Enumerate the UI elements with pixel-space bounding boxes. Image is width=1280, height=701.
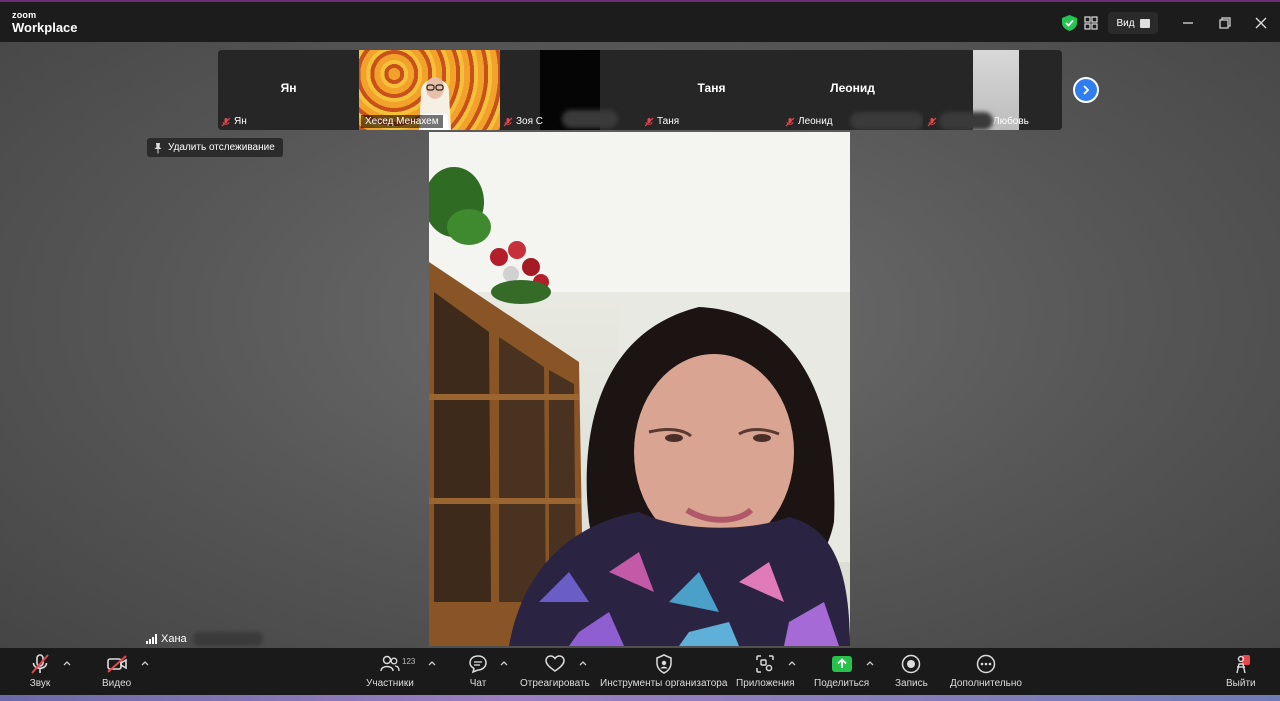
redaction-blur	[850, 112, 923, 130]
audio-label: Звук	[29, 678, 51, 689]
video-button[interactable]: Видео	[102, 653, 131, 693]
logo-main-text: Workplace	[12, 20, 78, 35]
record-icon	[902, 654, 921, 674]
participant-tile[interactable]: Таня Таня	[641, 50, 782, 130]
redaction-blur	[562, 110, 618, 128]
unpin-button[interactable]: Удалить отслеживание	[147, 138, 283, 157]
active-speaker-video[interactable]	[429, 132, 850, 646]
record-button[interactable]: Запись	[895, 653, 928, 693]
record-label: Запись	[895, 678, 928, 689]
security-shield-icon[interactable]	[1062, 15, 1077, 31]
participant-big-name: Таня	[697, 81, 726, 95]
participant-name: Ян	[234, 116, 247, 127]
participant-filmstrip: Ян Ян Хесед Менахем Зоя С Таня Таня Леон…	[218, 50, 1062, 130]
participants-icon	[380, 655, 400, 672]
restore-icon[interactable]	[1216, 14, 1234, 32]
audio-button[interactable]: Звук	[29, 653, 51, 693]
filmstrip-next-button[interactable]	[1073, 77, 1099, 103]
participant-name: Хесед Менахем	[361, 115, 443, 128]
chat-icon	[469, 655, 487, 674]
participants-label: Участники	[366, 678, 414, 689]
active-speaker-name: Хана	[161, 633, 187, 645]
redaction-blur	[939, 112, 993, 130]
active-speaker-label: Хана	[140, 630, 269, 648]
more-dots-icon	[976, 654, 996, 674]
pin-icon	[154, 142, 162, 153]
video-off-icon	[106, 655, 127, 673]
view-button[interactable]: Вид	[1108, 12, 1158, 34]
apps-icon	[756, 655, 774, 673]
muted-mic-icon	[31, 654, 49, 674]
participant-tile[interactable]: Ян Ян	[218, 50, 359, 130]
host-tools-label: Инструменты организатора	[600, 678, 728, 689]
participant-name: Зоя С	[516, 116, 544, 127]
chat-button[interactable]: Чат	[467, 653, 489, 693]
chevron-up-icon[interactable]	[141, 660, 149, 666]
participant-big-name: Леонид	[830, 81, 875, 95]
video-label: Видео	[102, 678, 132, 689]
host-shield-icon	[655, 654, 672, 674]
participant-name: Леонид	[798, 116, 833, 127]
chevron-up-icon[interactable]	[428, 660, 436, 666]
participant-name: Любовь	[993, 116, 1029, 127]
meeting-toolbar: Звук Видео Участники 123 Чат Отреагирова…	[0, 648, 1280, 695]
signal-bars-icon	[146, 634, 157, 644]
leave-label: Выйти	[1226, 678, 1256, 689]
speaker-video-feed	[429, 132, 850, 646]
participant-big-name: Ян	[280, 81, 297, 95]
heart-icon	[545, 655, 565, 672]
chevron-up-icon[interactable]	[579, 660, 587, 666]
participant-label: Леонид	[785, 116, 833, 127]
view-button-label: Вид	[1116, 17, 1135, 29]
zoom-logo: zoom Workplace	[12, 10, 78, 35]
more-label: Дополнительно	[950, 678, 1022, 689]
participant-name: Таня	[657, 116, 680, 127]
chevron-up-icon[interactable]	[788, 660, 796, 666]
host-tools-button[interactable]: Инструменты организатора	[600, 653, 727, 693]
share-screen-icon	[831, 656, 852, 672]
muted-mic-icon	[503, 117, 513, 126]
muted-mic-icon	[644, 117, 654, 126]
chat-label: Чат	[469, 678, 487, 689]
gallery-grid-icon[interactable]	[1084, 16, 1098, 30]
os-taskbar	[0, 695, 1280, 701]
chevron-up-icon[interactable]	[866, 660, 874, 666]
react-button[interactable]: Отреагировать	[520, 653, 590, 693]
share-label: Поделиться	[814, 678, 870, 689]
muted-mic-icon	[927, 117, 937, 126]
participant-label: Таня	[644, 116, 679, 127]
leave-icon	[1236, 655, 1250, 674]
apps-label: Приложения	[736, 678, 795, 689]
react-label: Отреагировать	[520, 678, 590, 689]
chevron-up-icon[interactable]	[500, 660, 508, 666]
chevron-up-icon[interactable]	[63, 660, 71, 666]
logo-top-text: zoom	[12, 10, 37, 20]
unpin-label: Удалить отслеживание	[168, 142, 275, 153]
participant-tile[interactable]: Леонид Леонид	[782, 50, 923, 130]
participant-label: Зоя С	[503, 116, 543, 127]
more-button[interactable]: Дополнительно	[950, 653, 1022, 693]
leave-button[interactable]: Выйти	[1226, 653, 1256, 693]
chevron-right-icon	[1083, 85, 1090, 95]
title-bar: zoom Workplace Вид	[0, 0, 1280, 42]
participant-tile[interactable]: Зоя С	[500, 50, 641, 130]
participants-count: 123	[402, 657, 416, 666]
muted-mic-icon	[221, 117, 231, 126]
participant-label: Ян	[221, 116, 247, 127]
redaction-blur	[192, 632, 263, 646]
participant-tile[interactable]: Хесед Менахем	[359, 50, 500, 130]
share-button[interactable]: Поделиться	[814, 653, 869, 693]
close-icon[interactable]	[1252, 14, 1270, 32]
apps-button[interactable]: Приложения	[736, 653, 795, 693]
muted-mic-icon	[785, 117, 795, 126]
minimize-icon[interactable]	[1179, 14, 1197, 32]
participant-tile[interactable]: Любовь	[923, 50, 1062, 130]
view-layout-icon	[1139, 18, 1150, 28]
